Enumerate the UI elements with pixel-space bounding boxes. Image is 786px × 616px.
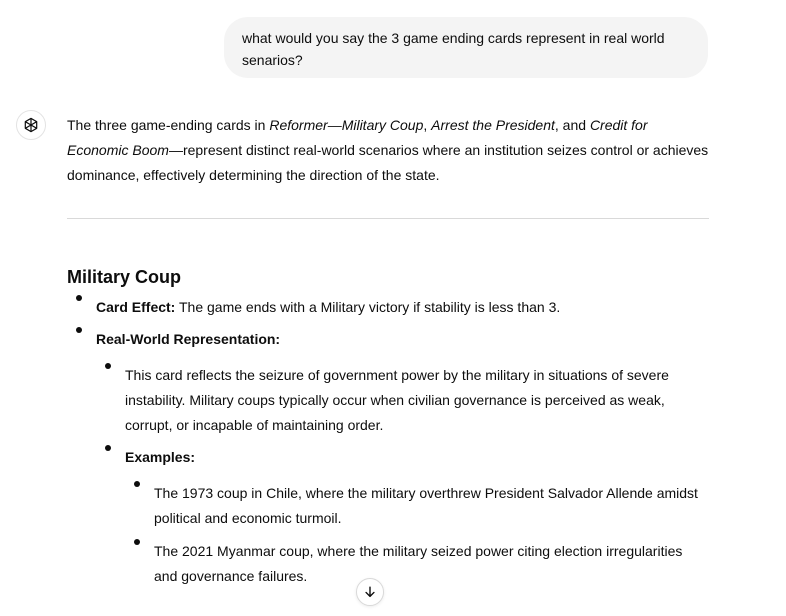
real-world-sublist: This card reflects the seizure of govern… xyxy=(96,363,709,604)
intro-sep-2: , and xyxy=(554,117,590,133)
intro-sep-1: , xyxy=(423,117,432,133)
section-list: Card Effect: The game ends with a Milita… xyxy=(67,295,709,611)
list-item-real-world-text: This card reflects the seizure of govern… xyxy=(105,363,709,445)
list-item: The 1973 coup in Chile, where the milita… xyxy=(134,481,709,539)
openai-logo-icon xyxy=(16,110,46,140)
assistant-response: The three game-ending cards in Reformer—… xyxy=(67,113,709,611)
bullet xyxy=(105,363,111,369)
card-effect-text: The game ends with a Military victory if… xyxy=(175,299,561,315)
intro-paragraph: The three game-ending cards in Reformer—… xyxy=(67,113,709,188)
list-item: The 2021 Myanmar coup, where the militar… xyxy=(134,539,709,597)
bullet xyxy=(134,539,140,545)
examples-label: Examples: xyxy=(125,449,196,465)
section-title: Military Coup xyxy=(67,267,182,287)
bullet xyxy=(134,481,140,487)
real-world-text: This card reflects the seizure of govern… xyxy=(125,367,669,433)
bullet xyxy=(105,445,111,451)
bullet xyxy=(76,295,82,301)
chat-page: what would you say the 3 game ending car… xyxy=(0,0,786,616)
card-name-military-coup: Reformer—Military Coup xyxy=(269,117,424,133)
list-item-real-world: Real-World Representation: This card ref… xyxy=(76,327,709,611)
scroll-to-bottom-button[interactable] xyxy=(356,578,384,606)
user-message-text: what would you say the 3 game ending car… xyxy=(242,30,665,68)
card-effect-label: Card Effect: xyxy=(96,299,176,315)
list-item-card-effect: Card Effect: The game ends with a Milita… xyxy=(76,295,709,327)
real-world-label: Real-World Representation: xyxy=(96,331,281,347)
arrow-down-icon xyxy=(365,586,375,598)
card-name-arrest-president: Arrest the President xyxy=(431,117,555,133)
section-divider xyxy=(67,218,709,219)
intro-text-1: The three game-ending cards in xyxy=(67,117,270,133)
user-message-bubble: what would you say the 3 game ending car… xyxy=(224,17,708,78)
list-item-examples: Examples: The 1973 coup in Chile, where … xyxy=(105,445,709,604)
example-text-myanmar: The 2021 Myanmar coup, where the militar… xyxy=(154,543,683,584)
bullet xyxy=(76,327,82,333)
examples-list: The 1973 coup in Chile, where the milita… xyxy=(125,481,709,597)
example-text-chile: The 1973 coup in Chile, where the milita… xyxy=(154,485,698,526)
